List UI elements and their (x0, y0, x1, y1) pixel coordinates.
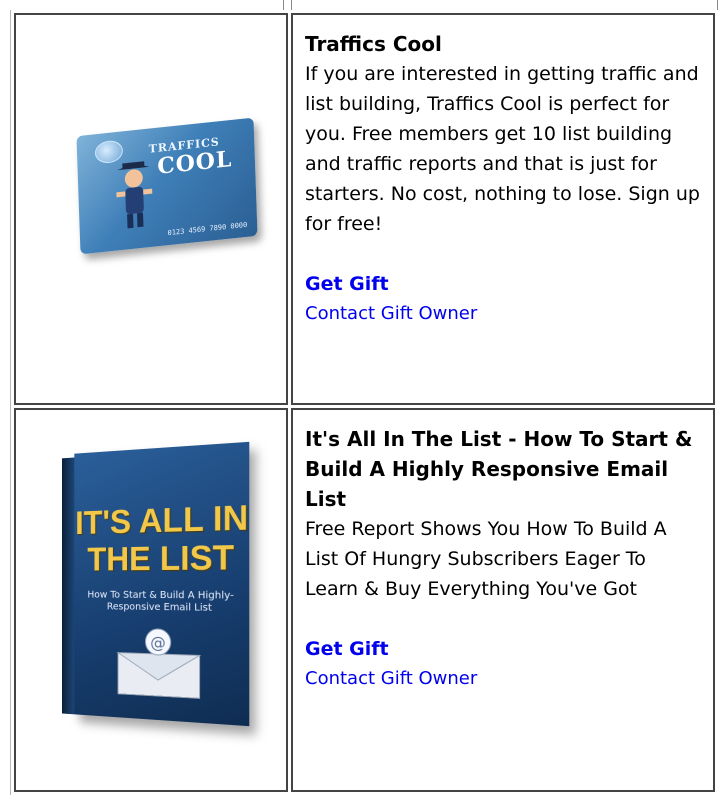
book-spine (61, 457, 75, 715)
globe-icon (94, 139, 124, 165)
gift-description: If you are interested in getting traffic… (305, 63, 700, 235)
svg-text:@: @ (150, 633, 166, 652)
ebook-cover: IT'S ALL IN THE LIST How To Start & Buil… (61, 441, 250, 727)
email-envelope-icon: @ (114, 625, 203, 703)
traffics-cool-product-image[interactable]: TRAFFICS COOL 0123 4569 7890 0000 (16, 27, 286, 391)
book-title: IT'S ALL IN THE LIST (75, 498, 249, 579)
gift-image-cell: TRAFFICS COOL 0123 4569 7890 0000 (14, 13, 288, 405)
gift-row: TRAFFICS COOL 0123 4569 7890 0000 Traffi… (14, 13, 715, 405)
gift-image-cell: IT'S ALL IN THE LIST How To Start & Buil… (14, 408, 288, 792)
traffics-cool-card: TRAFFICS COOL 0123 4569 7890 0000 (76, 117, 258, 255)
contact-gift-owner-link[interactable]: Contact Gift Owner (305, 299, 477, 329)
its-all-in-the-list-product-image[interactable]: IT'S ALL IN THE LIST How To Start & Buil… (16, 422, 286, 778)
get-gift-link[interactable]: Get Gift (305, 269, 389, 299)
gift-table: TRAFFICS COOL 0123 4569 7890 0000 Traffi… (10, 10, 718, 795)
card-number: 0123 4569 7890 0000 (167, 220, 248, 238)
gift-text-cell: Traffics Cool If you are interested in g… (291, 13, 715, 405)
mascot-icon (116, 161, 153, 229)
gift-row: IT'S ALL IN THE LIST How To Start & Buil… (14, 408, 715, 792)
top-frame (0, 0, 718, 10)
gift-title: Traffics Cool (305, 32, 442, 56)
book-subtitle: How To Start & Build A Highly-Responsive… (87, 589, 234, 614)
gift-title: It's All In The List - How To Start & Bu… (305, 427, 693, 511)
gift-description: Free Report Shows You How To Build A Lis… (305, 518, 667, 600)
gift-text-cell: It's All In The List - How To Start & Bu… (291, 408, 715, 792)
get-gift-link[interactable]: Get Gift (305, 634, 389, 664)
contact-gift-owner-link[interactable]: Contact Gift Owner (305, 664, 477, 694)
